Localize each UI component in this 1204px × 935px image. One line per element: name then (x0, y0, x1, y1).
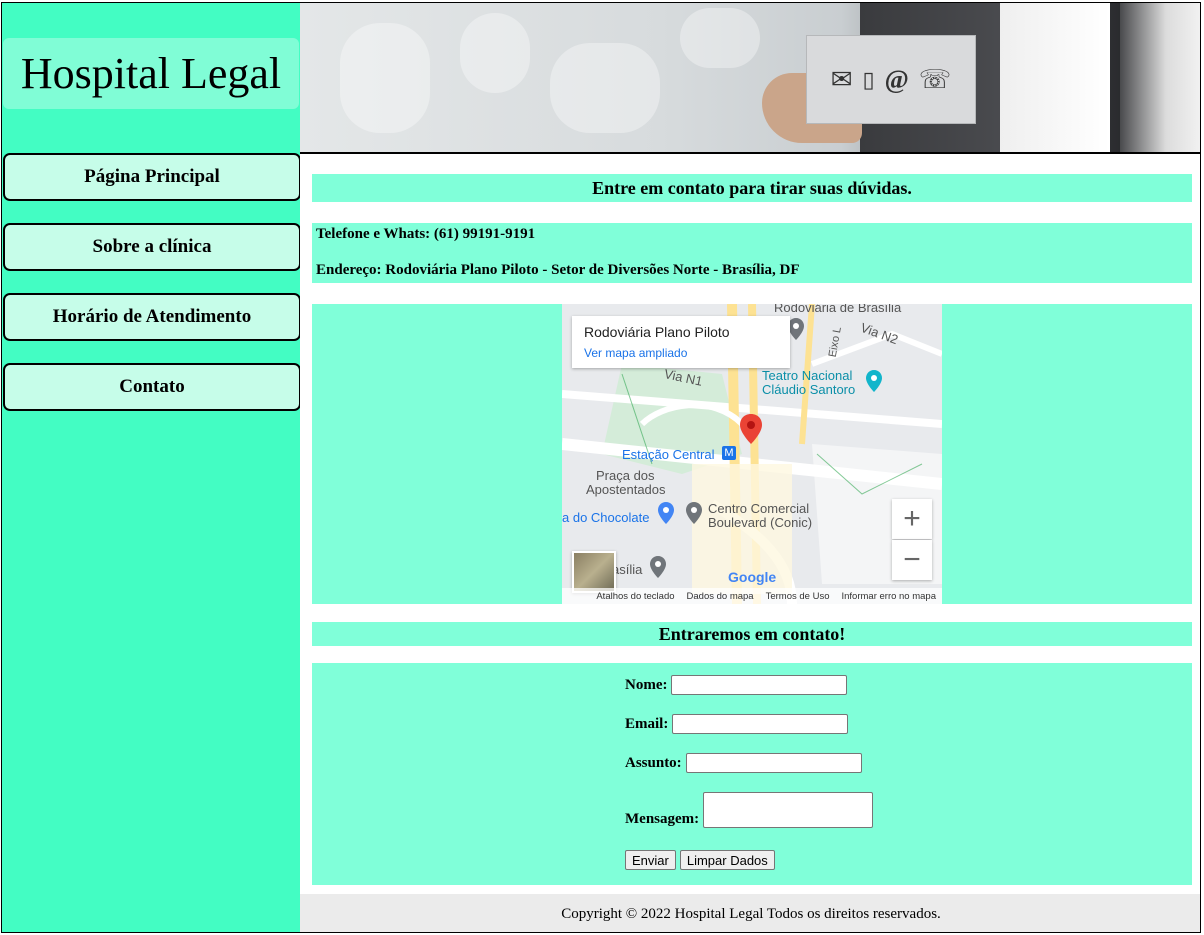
place-name: Rodoviária Plano Piloto (584, 324, 730, 340)
zoom-out-button[interactable]: − (892, 540, 932, 580)
map-label-conic-2: Boulevard (Conic) (708, 515, 813, 530)
place-info-card: Rodoviária Plano Piloto Ver mapa ampliad… (572, 316, 790, 368)
nav-item-contact[interactable]: Contato (3, 363, 301, 411)
email-label: Email: (625, 715, 669, 732)
conic-marker-icon[interactable] (686, 502, 702, 524)
google-map[interactable]: Rodoviária de Brasília Via N2 Eixo L Via… (562, 304, 942, 604)
main-content: Entre em contato para tirar suas dúvidas… (300, 154, 1200, 894)
map-data-link[interactable]: Dados do mapa (687, 591, 754, 602)
nav-item-home[interactable]: Página Principal (3, 153, 301, 201)
address-text: Endereço: Rodoviária Plano Piloto - Seto… (316, 262, 800, 278)
form-actions: Enviar Limpar Dados (625, 850, 775, 870)
mobile-phone-icon: ▯ (862, 66, 875, 92)
google-logo: Google (728, 569, 777, 585)
theater-marker-icon[interactable] (866, 370, 882, 392)
submit-button[interactable]: Enviar (625, 850, 676, 870)
page-frame: Hospital Legal Página Principal Sobre a … (1, 2, 1201, 933)
telephone-icon: ☏ (918, 64, 952, 94)
contact-heading: Entre em contato para tirar suas dúvidas… (312, 174, 1192, 202)
header-banner: ✉ ▯ @ ☏ (300, 3, 1200, 154)
map-label-praca-1: Praça dos (596, 468, 655, 483)
email-row: Email: (625, 714, 849, 734)
map-label-teatro-2: Cláudio Santoro (762, 382, 856, 397)
name-row: Nome: (625, 675, 848, 695)
business-card: ✉ ▯ @ ☏ (806, 35, 976, 124)
satellite-toggle[interactable] (572, 551, 616, 593)
at-sign-icon: @ (884, 64, 909, 94)
map-section: Rodoviária de Brasília Via N2 Eixo L Via… (312, 304, 1192, 604)
report-error-link[interactable]: Informar erro no mapa (841, 591, 936, 602)
map-label-teatro-1: Teatro Nacional (762, 368, 853, 383)
metro-icon: M (722, 446, 736, 460)
shop-marker-icon[interactable] (658, 502, 674, 524)
subject-row: Assunto: (625, 753, 862, 773)
view-larger-map-link[interactable]: Ver mapa ampliado (584, 346, 687, 360)
page-footer: Copyright © 2022 Hospital Legal Todos os… (300, 894, 1200, 932)
map-label-chocolate: a do Chocolate (562, 510, 650, 525)
name-input[interactable] (671, 675, 848, 695)
sidebar: Hospital Legal Página Principal Sobre a … (2, 3, 301, 932)
message-label: Mensagem: (625, 811, 700, 827)
form-heading: Entraremos em contato! (312, 622, 1192, 646)
shirt-shape (1000, 3, 1110, 152)
subject-input[interactable] (685, 753, 862, 773)
reset-button[interactable]: Limpar Dados (679, 850, 775, 870)
subject-label: Assunto: (625, 754, 682, 771)
email-input[interactable] (672, 714, 849, 734)
terms-link[interactable]: Termos de Uso (766, 591, 830, 602)
map-label-estacao: Estação Central (622, 447, 715, 462)
nav-item-hours[interactable]: Horário de Atendimento (3, 293, 301, 341)
zoom-in-button[interactable]: + (892, 499, 932, 539)
envelope-icon: ✉ (830, 64, 853, 94)
location-pin-icon[interactable] (740, 414, 762, 444)
message-row: Mensagem: (625, 792, 874, 828)
map-label-rodoviaria: Rodoviária de Brasília (774, 304, 902, 315)
site-logo[interactable]: Hospital Legal (3, 38, 299, 109)
place-marker-icon[interactable] (788, 318, 804, 340)
contact-info: Telefone e Whats: (61) 99191-9191 Endere… (312, 223, 1192, 283)
keyboard-shortcuts-link[interactable]: Atalhos do teclado (596, 591, 674, 602)
message-textarea[interactable] (703, 792, 874, 828)
map-label-praca-2: Apostentados (586, 482, 666, 497)
contact-form: Nome: Email: Assunto: Mensagem: Enviar L… (312, 663, 1192, 885)
brasilia-marker-icon[interactable] (650, 556, 666, 578)
phone-text: Telefone e Whats: (61) 99191-9191 (316, 226, 536, 242)
nav-item-about[interactable]: Sobre a clínica (3, 223, 301, 271)
map-label-conic-1: Centro Comercial (708, 501, 810, 516)
map-footer: Atalhos do teclado Dados do mapa Termos … (562, 588, 942, 604)
name-label: Nome: (625, 676, 668, 693)
map-label-brasilia: asília (612, 562, 643, 577)
